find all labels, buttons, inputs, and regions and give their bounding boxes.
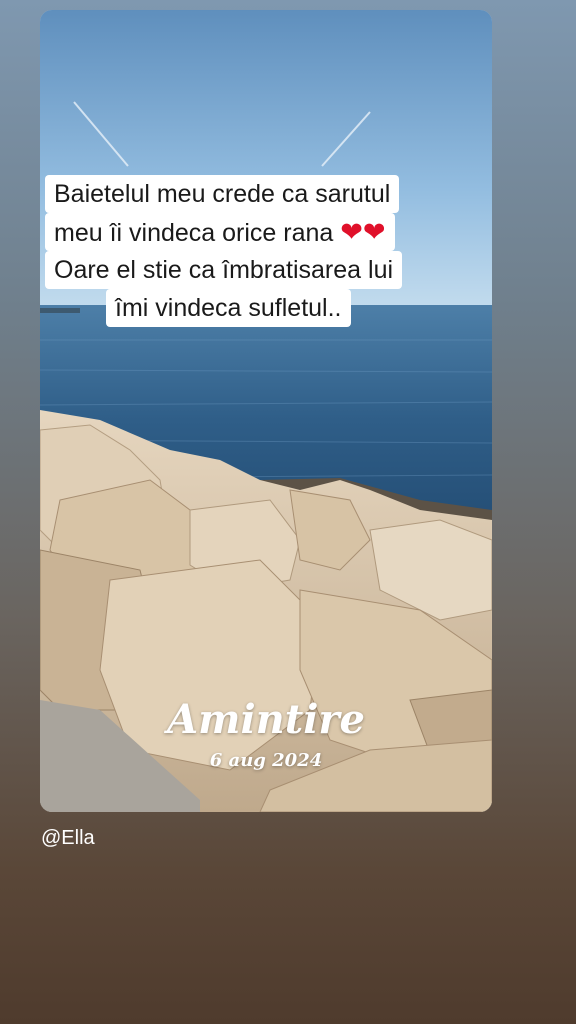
- caption-line-2-text: meu îi vindeca orice rana: [54, 219, 341, 247]
- memory-title: Amintire: [167, 696, 365, 743]
- author-handle[interactable]: @Ella: [41, 826, 95, 850]
- seaside-photo: [40, 10, 492, 812]
- caption-line-2: meu îi vindeca orice rana ❤❤: [45, 213, 395, 251]
- hearts-emoji: ❤❤: [340, 217, 386, 247]
- caption-line-4: îmi vindeca sufletul..: [106, 289, 351, 327]
- caption-line-3: Oare el stie ca îmbratisarea lui: [45, 251, 403, 289]
- caption-line-1: Baietelul meu crede ca sarutul: [45, 175, 400, 213]
- story-card[interactable]: Baietelul meu crede ca sarutul meu îi vi…: [40, 10, 492, 812]
- memory-date: 6 aug 2024: [209, 750, 323, 771]
